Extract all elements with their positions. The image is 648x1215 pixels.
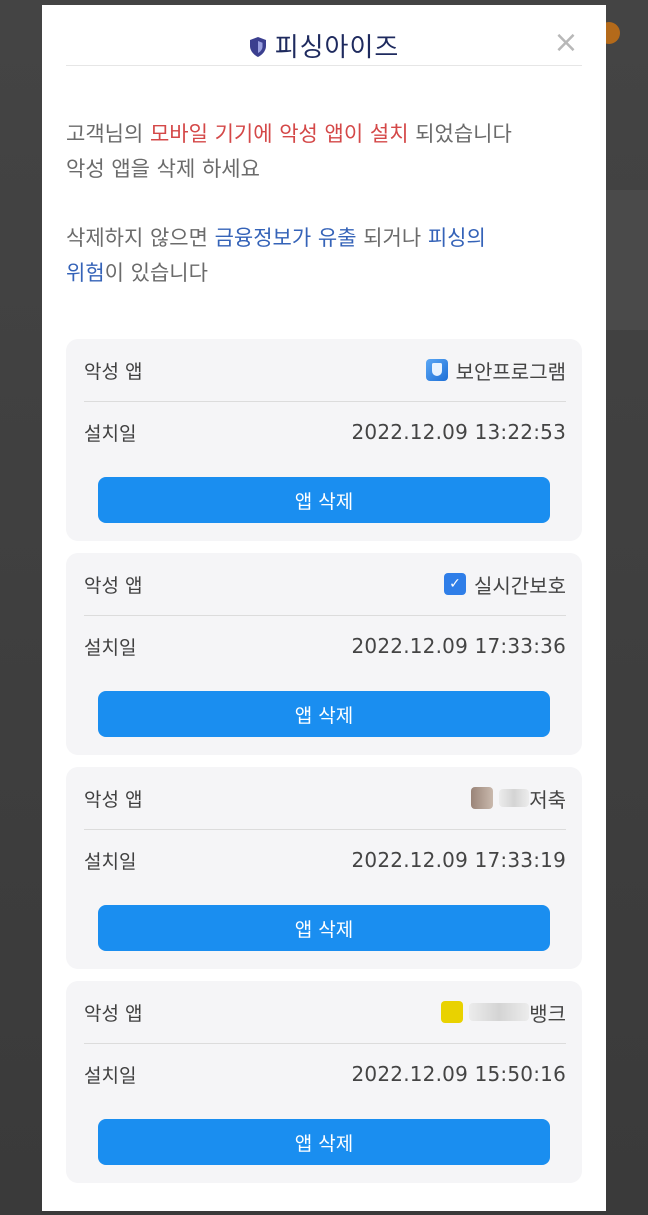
shield-logo-icon [249,37,266,57]
dialog-title-text: 피싱아이즈 [274,33,400,63]
message-text: 삭제하지 않으면 [66,226,215,250]
blurred-app-icon [441,1001,464,1023]
dialog-title: 피싱아이즈 [66,27,582,64]
malicious-app-label: 악성 앱 [84,788,143,811]
app-name-row: 악성 앱 저축 [84,767,566,830]
delete-app-button[interactable]: 앱 삭제 [98,691,550,737]
message-text: 되거나 [356,226,428,250]
app-name-text: 뱅크 [529,1001,566,1026]
blurred-app-icon [471,787,494,809]
shield-icon [425,359,448,381]
app-name: 저축 [471,784,566,813]
blurred-text [499,789,530,807]
app-name-text: 실시간보호 [474,573,566,598]
message-text: 되었습니다 [408,122,512,146]
app-name-text: 보안프로그램 [455,359,566,384]
delete-app-button[interactable]: 앱 삭제 [98,1119,550,1165]
message-text: 고객님의 [66,122,150,146]
message-highlight-blue: 피싱의 [427,226,486,250]
close-icon: × [553,25,579,60]
background-panel [606,190,648,330]
malicious-app-card: 악성 앱 저축 설치일 2022.12.09 17:33:19 앱 삭제 [66,767,582,969]
message-line-2: 악성 앱을 삭제 하세요 [66,157,260,181]
install-date-row: 설치일 2022.12.09 17:33:19 [84,829,566,891]
install-date-label: 설치일 [84,422,137,445]
blurred-text [469,1003,530,1021]
delete-app-button[interactable]: 앱 삭제 [98,477,550,523]
install-date-label: 설치일 [84,636,137,659]
message-text: 이 있습니다 [104,261,208,285]
malicious-app-label: 악성 앱 [84,574,143,597]
shield-check-icon [444,573,466,595]
message-highlight-blue: 금융정보가 유출 [214,226,357,250]
close-button[interactable]: × [550,27,582,59]
malicious-app-card: 악성 앱 뱅크 설치일 2022.12.09 15:50:16 앱 삭제 [66,981,582,1183]
install-date-label: 설치일 [84,850,137,873]
install-date-row: 설치일 2022.12.09 13:22:53 [84,401,566,463]
warning-message: 고객님의 모바일 기기에 악성 앱이 설치 되었습니다 악성 앱을 삭제 하세요… [66,117,582,291]
malicious-app-card: 악성 앱 보안프로그램 설치일 2022.12.09 13:22:53 앱 삭제 [66,339,582,541]
message-line-1: 고객님의 모바일 기기에 악성 앱이 설치 되었습니다 [66,117,582,152]
app-name-row: 악성 앱 뱅크 [84,981,566,1044]
malicious-app-card: 악성 앱 실시간보호 설치일 2022.12.09 17:33:36 앱 삭제 [66,553,582,755]
app-name-row: 악성 앱 보안프로그램 [84,339,566,402]
delete-app-button[interactable]: 앱 삭제 [98,905,550,951]
malicious-app-label: 악성 앱 [84,360,143,383]
malicious-app-label: 악성 앱 [84,1002,143,1025]
install-date-value: 2022.12.09 15:50:16 [351,1062,566,1086]
message-highlight-blue: 위험 [66,261,105,285]
install-date-value: 2022.12.09 17:33:19 [351,848,566,872]
install-date-value: 2022.12.09 17:33:36 [351,634,566,658]
app-name-text: 저축 [529,787,566,812]
phishing-alert-dialog: 피싱아이즈 × 고객님의 모바일 기기에 악성 앱이 설치 되었습니다 악성 앱… [42,5,606,1211]
install-date-row: 설치일 2022.12.09 17:33:36 [84,615,566,677]
install-date-row: 설치일 2022.12.09 15:50:16 [84,1043,566,1105]
dialog-header: 피싱아이즈 × [66,5,582,66]
app-name: 실시간보호 [444,570,566,599]
app-name-row: 악성 앱 실시간보호 [84,553,566,616]
message-highlight-red: 모바일 기기에 악성 앱이 설치 [149,122,409,146]
install-date-label: 설치일 [84,1064,137,1087]
app-name: 보안프로그램 [425,356,566,385]
install-date-value: 2022.12.09 13:22:53 [351,420,566,444]
message-line-3: 삭제하지 않으면 금융정보가 유출 되거나 피싱의 [66,221,582,256]
app-name: 뱅크 [441,998,566,1027]
message-line-4: 위험이 있습니다 [66,256,582,291]
